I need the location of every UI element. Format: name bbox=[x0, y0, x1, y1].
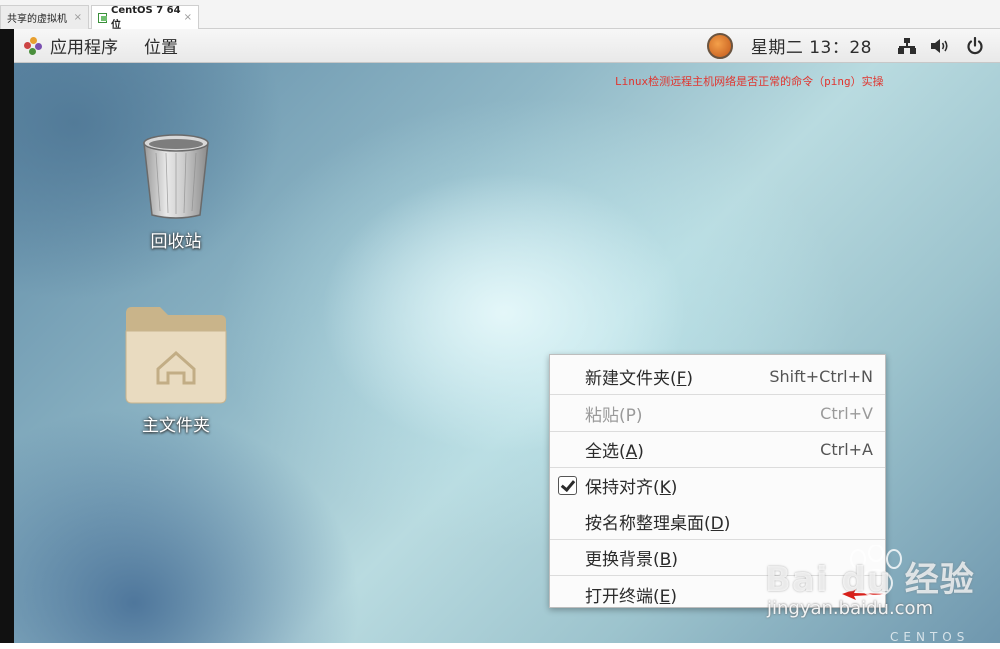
menu-item-label: 更换背景(B) bbox=[585, 550, 678, 571]
menu-item-select-all[interactable]: 全选(A) Ctrl+A bbox=[550, 432, 885, 467]
volume-icon[interactable] bbox=[930, 38, 950, 54]
menu-item-label: 按名称整理桌面(D) bbox=[585, 513, 731, 534]
tab-label: 共享的虚拟机 bbox=[7, 14, 67, 25]
menu-item-shortcut: Shift+Ctrl+N bbox=[769, 367, 873, 387]
trash-icon bbox=[143, 134, 209, 219]
desktop-context-menu: 新建文件夹(F) Shift+Ctrl+N 粘贴(P) Ctrl+V 全选(A)… bbox=[549, 354, 888, 611]
close-icon[interactable]: × bbox=[184, 12, 192, 23]
tab-centos[interactable]: CentOS 7 64 位 × bbox=[91, 4, 199, 31]
desktop-icon-trash[interactable]: 回收站 bbox=[116, 129, 236, 252]
software-update-icon[interactable] bbox=[706, 32, 733, 59]
tab-label: CentOS 7 64 位 bbox=[111, 4, 181, 31]
applications-menu[interactable]: 应用程序 bbox=[14, 33, 118, 58]
desktop-icon-label: 主文件夹 bbox=[142, 416, 210, 436]
desktop-icon-label: 回收站 bbox=[150, 232, 202, 252]
menu-item-label: 粘贴(P) bbox=[585, 405, 643, 426]
red-arrow-icon bbox=[842, 589, 888, 601]
bottom-border bbox=[0, 643, 1000, 649]
annotation-text: Linux检测远程主机网络是否正常的命令（ping）实操 bbox=[615, 75, 884, 88]
gnome-top-bar: 应用程序 位置 星期二 13：28 bbox=[14, 29, 1000, 63]
menu-item-paste[interactable]: 粘贴(P) Ctrl+V bbox=[550, 395, 885, 430]
menu-item-label: 全选(A) bbox=[585, 441, 644, 462]
desktop[interactable]: Linux检测远程主机网络是否正常的命令（ping）实操 回收站 主文件夹 新建… bbox=[14, 63, 1000, 643]
close-icon[interactable]: × bbox=[74, 12, 82, 23]
power-icon[interactable] bbox=[966, 36, 984, 55]
system-tray: 星期二 13：28 bbox=[706, 29, 1000, 62]
menu-item-keep-aligned[interactable]: 保持对齐(K) bbox=[550, 468, 885, 503]
menu-item-label: 保持对齐(K) bbox=[585, 478, 678, 499]
checkbox-checked-icon[interactable] bbox=[558, 476, 577, 496]
top-menu: 应用程序 位置 bbox=[14, 29, 178, 62]
menu-item-organize-by-name[interactable]: 按名称整理桌面(D) bbox=[550, 504, 885, 539]
menu-item-new-folder[interactable]: 新建文件夹(F) Shift+Ctrl+N bbox=[550, 359, 885, 394]
applications-icon bbox=[24, 36, 42, 55]
desktop-icon-home[interactable]: 主文件夹 bbox=[116, 303, 236, 436]
menu-item-label: 新建文件夹(F) bbox=[585, 369, 694, 390]
places-menu[interactable]: 位置 bbox=[144, 33, 178, 58]
clock[interactable]: 星期二 13：28 bbox=[751, 33, 872, 58]
vm-tab-strip: 共享的虚拟机 × CentOS 7 64 位 × bbox=[0, 0, 1000, 31]
home-folder-icon bbox=[125, 307, 227, 404]
centos-wordmark: CENTOS bbox=[890, 630, 970, 644]
menu-item-open-terminal[interactable]: 打开终端(E) bbox=[550, 576, 888, 611]
tab-shared-vms[interactable]: 共享的虚拟机 × bbox=[0, 5, 89, 29]
vm-icon bbox=[98, 12, 107, 23]
menu-item-label: 打开终端(E) bbox=[585, 586, 678, 607]
menu-item-shortcut: Ctrl+V bbox=[820, 403, 873, 423]
menu-item-shortcut: Ctrl+A bbox=[820, 439, 873, 459]
network-icon[interactable] bbox=[898, 37, 916, 54]
vm-frame-edge bbox=[0, 29, 14, 649]
menu-item-change-background[interactable]: 更换背景(B) bbox=[550, 540, 885, 575]
applications-label: 应用程序 bbox=[50, 38, 118, 58]
